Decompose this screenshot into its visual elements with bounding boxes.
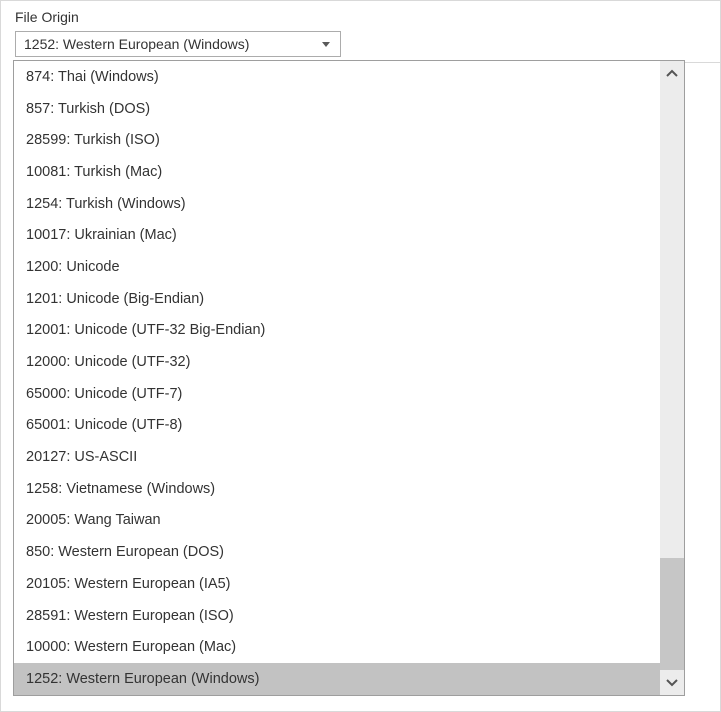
dropdown-option[interactable]: 1252: Western European (Windows) — [14, 663, 660, 695]
dropdown-option[interactable]: 65000: Unicode (UTF-7) — [14, 378, 660, 410]
dropdown-option[interactable]: 65001: Unicode (UTF-8) — [14, 410, 660, 442]
file-origin-panel: File Origin 1252: Western European (Wind… — [0, 0, 721, 712]
chevron-down-icon — [322, 42, 330, 47]
file-origin-combobox[interactable]: 1252: Western European (Windows) — [15, 31, 341, 57]
scroll-thumb[interactable] — [660, 558, 684, 670]
dropdown-option[interactable]: 10017: Ukrainian (Mac) — [14, 219, 660, 251]
dropdown-scrollbar[interactable] — [660, 61, 684, 695]
dropdown-option[interactable]: 12000: Unicode (UTF-32) — [14, 346, 660, 378]
dropdown-option[interactable]: 20105: Western European (IA5) — [14, 568, 660, 600]
scroll-up-button[interactable] — [660, 61, 684, 87]
dropdown-option[interactable]: 20005: Wang Taiwan — [14, 505, 660, 537]
dropdown-option[interactable]: 874: Thai (Windows) — [14, 61, 660, 93]
file-origin-selected-value: 1252: Western European (Windows) — [24, 36, 316, 52]
dropdown-option[interactable]: 857: Turkish (DOS) — [14, 93, 660, 125]
file-origin-dropdown: 874: Thai (Windows)857: Turkish (DOS)285… — [13, 60, 685, 696]
dropdown-option[interactable]: 1201: Unicode (Big-Endian) — [14, 283, 660, 315]
dropdown-option[interactable]: 850: Western European (DOS) — [14, 536, 660, 568]
dropdown-option[interactable]: 12001: Unicode (UTF-32 Big-Endian) — [14, 315, 660, 347]
dropdown-option[interactable]: 10000: Western European (Mac) — [14, 631, 660, 663]
dropdown-option[interactable]: 28591: Western European (ISO) — [14, 600, 660, 632]
dropdown-option[interactable]: 1200: Unicode — [14, 251, 660, 283]
chevron-down-icon — [665, 675, 679, 689]
file-origin-label: File Origin — [15, 9, 706, 25]
dropdown-option[interactable]: 10081: Turkish (Mac) — [14, 156, 660, 188]
panel-divider — [682, 62, 720, 63]
dropdown-options-list: 874: Thai (Windows)857: Turkish (DOS)285… — [14, 61, 660, 695]
scroll-track[interactable] — [660, 87, 684, 669]
chevron-up-icon — [665, 67, 679, 81]
dropdown-option[interactable]: 1254: Turkish (Windows) — [14, 188, 660, 220]
dropdown-option[interactable]: 20127: US-ASCII — [14, 441, 660, 473]
dropdown-option[interactable]: 1258: Vietnamese (Windows) — [14, 473, 660, 505]
dropdown-option[interactable]: 28599: Turkish (ISO) — [14, 124, 660, 156]
scroll-down-button[interactable] — [660, 669, 684, 695]
